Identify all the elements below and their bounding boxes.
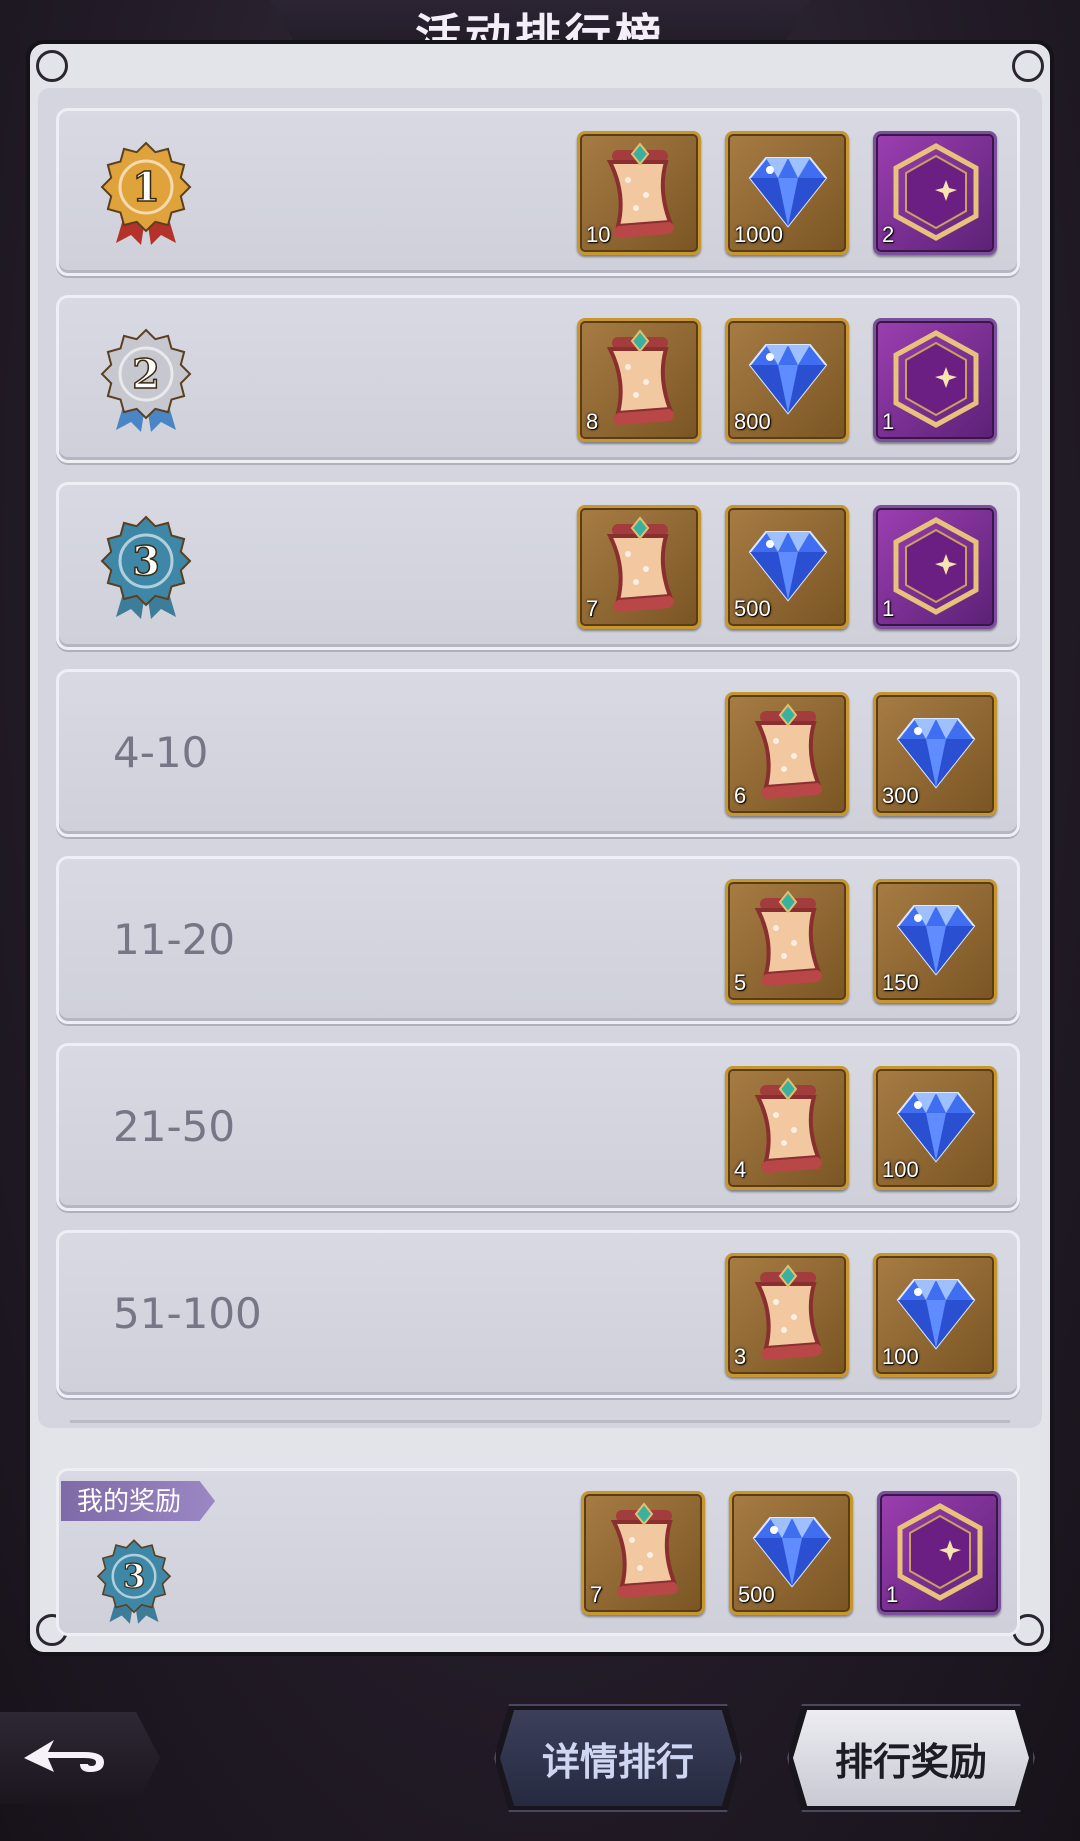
reward-item[interactable]: 300	[873, 692, 997, 816]
my-rank-medal-icon: 3	[89, 1537, 179, 1627]
reward-quantity: 3	[734, 1344, 747, 1369]
reward-quantity: 6	[734, 783, 747, 808]
reward-item[interactable]: 1000	[725, 131, 849, 255]
reward-item[interactable]: 5	[725, 879, 849, 1003]
reward-item[interactable]: 100	[873, 1066, 997, 1190]
reward-item[interactable]: 1	[877, 1491, 1001, 1615]
reward-quantity: 100	[882, 1157, 919, 1182]
reward-quantity: 300	[882, 783, 919, 808]
reward-quantity: 7	[590, 1582, 603, 1607]
reward-items: 6 300	[725, 692, 997, 816]
reward-item[interactable]: 10	[577, 131, 701, 255]
svg-text:2: 2	[132, 351, 160, 398]
reward-item[interactable]: 6	[725, 692, 849, 816]
rank-medal-icon: 3	[91, 513, 201, 623]
reward-quantity: 8	[586, 409, 599, 434]
reward-item[interactable]: 100	[873, 1253, 997, 1377]
rank-range-label: 21-50	[113, 1102, 236, 1151]
reward-quantity: 1	[886, 1582, 899, 1607]
back-button[interactable]	[0, 1712, 160, 1804]
reward-quantity: 500	[738, 1582, 775, 1607]
reward-item[interactable]: 8	[577, 318, 701, 442]
reward-quantity: 800	[734, 409, 771, 434]
reward-items: 5 150	[725, 879, 997, 1003]
rank-row: 1 10 1000 2	[56, 108, 1020, 276]
rank-medal-icon: 2	[91, 326, 201, 436]
rank-row: 2 8 800 1	[56, 295, 1020, 463]
rank-row: 3 7 500 1	[56, 482, 1020, 650]
svg-text:3: 3	[132, 538, 160, 585]
reward-item[interactable]: 500	[725, 505, 849, 629]
reward-item[interactable]: 7	[577, 505, 701, 629]
rank-row: 21-50 4 100	[56, 1043, 1020, 1211]
reward-item[interactable]: 1	[873, 318, 997, 442]
rank-medal-icon: 1	[91, 139, 201, 249]
reward-items: 4 100	[725, 1066, 997, 1190]
reward-item[interactable]: 3	[725, 1253, 849, 1377]
my-reward-tag: 我的奖励	[61, 1481, 216, 1521]
corner-ornament-icon	[1012, 50, 1044, 82]
tab-detail-ranking[interactable]: 详情排行	[500, 1710, 736, 1806]
rank-row: 51-100 3 100	[56, 1230, 1020, 1398]
reward-items: 8 800 1	[577, 318, 997, 442]
reward-quantity: 1	[882, 409, 895, 434]
my-reward-items: 7 500 1	[581, 1491, 1001, 1615]
reward-quantity: 1000	[734, 222, 783, 247]
reward-quantity: 1	[882, 596, 895, 621]
reward-item[interactable]: 800	[725, 318, 849, 442]
rank-row: 11-20 5 150	[56, 856, 1020, 1024]
my-reward-row: 我的奖励 3 7 500 1	[56, 1468, 1020, 1636]
reward-quantity: 2	[882, 222, 895, 247]
reward-quantity: 7	[586, 596, 599, 621]
reward-item[interactable]: 500	[729, 1491, 853, 1615]
reward-item[interactable]: 7	[581, 1491, 705, 1615]
reward-quantity: 500	[734, 596, 771, 621]
reward-items: 7 500 1	[577, 505, 997, 629]
reward-item[interactable]: 150	[873, 879, 997, 1003]
reward-quantity: 150	[882, 970, 919, 995]
reward-quantity: 5	[734, 970, 747, 995]
rank-reward-list[interactable]: 1 10 1000 2 2 8 800 1 3 7 500 1 4-10 6 3…	[56, 108, 1020, 1417]
reward-items: 10 1000 2	[577, 131, 997, 255]
reward-quantity: 10	[586, 222, 611, 247]
tab-ranking-reward[interactable]: 排行奖励	[793, 1710, 1029, 1806]
back-arrow-icon	[24, 1740, 104, 1772]
corner-ornament-icon	[36, 50, 68, 82]
rank-row: 4-10 6 300	[56, 669, 1020, 837]
reward-quantity: 4	[734, 1157, 747, 1182]
reward-items: 3 100	[725, 1253, 997, 1377]
reward-item[interactable]: 1	[873, 505, 997, 629]
reward-quantity: 100	[882, 1344, 919, 1369]
rank-range-label: 51-100	[113, 1289, 262, 1338]
rank-range-label: 11-20	[113, 915, 236, 964]
reward-item[interactable]: 2	[873, 131, 997, 255]
reward-item[interactable]: 4	[725, 1066, 849, 1190]
rank-range-label: 4-10	[113, 728, 209, 777]
list-divider	[70, 1420, 1010, 1423]
svg-text:3: 3	[123, 1557, 146, 1596]
svg-text:1: 1	[132, 164, 160, 211]
